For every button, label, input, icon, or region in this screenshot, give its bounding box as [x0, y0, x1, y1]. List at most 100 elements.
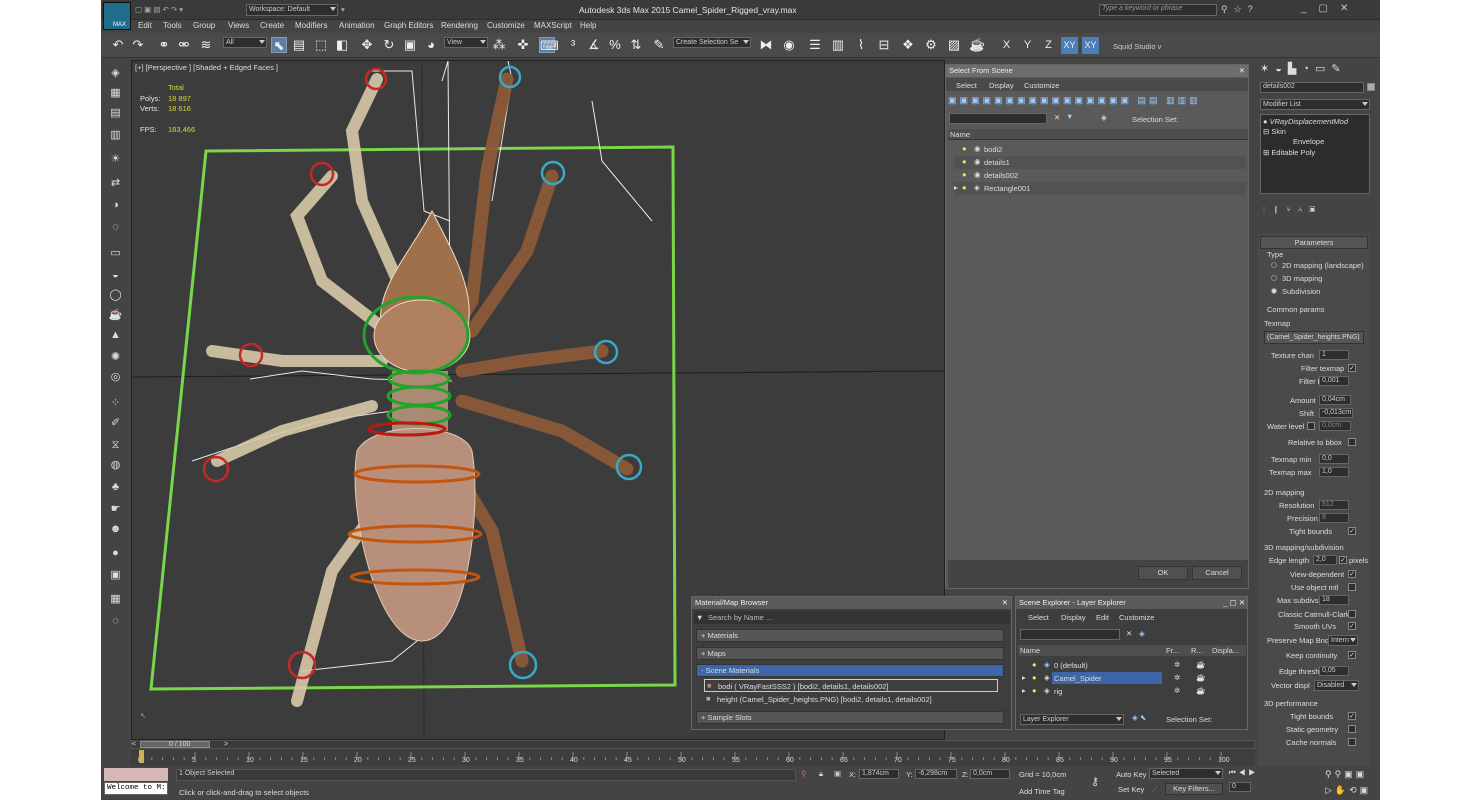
- current-frame-marker[interactable]: [139, 750, 144, 763]
- tool-icon-21[interactable]: ☻: [108, 522, 123, 537]
- catmull-clark-checkbox[interactable]: [1348, 610, 1356, 618]
- cache-normals-checkbox[interactable]: [1348, 738, 1356, 746]
- tool-icon-2[interactable]: ▦: [108, 86, 123, 101]
- redo-icon[interactable]: ↷: [130, 37, 146, 53]
- viewport-label[interactable]: [+] [Perspective ] [Shaded + Edged Faces…: [135, 63, 278, 72]
- sfs-clear-icon[interactable]: ✕: [1054, 113, 1060, 122]
- curve-editor-icon[interactable]: ⌇: [853, 37, 869, 53]
- menu-maxscript[interactable]: MAXScript: [534, 21, 572, 30]
- vector-displ-dropdown[interactable]: Disabled: [1314, 680, 1359, 691]
- tight-bounds-2d-checkbox[interactable]: ✓: [1348, 527, 1356, 535]
- cone-icon[interactable]: ▲: [108, 328, 123, 343]
- cylinder-icon[interactable]: ◯: [108, 288, 123, 303]
- se-column-header[interactable]: Name Fr... R... Displa...: [1018, 645, 1246, 656]
- set-key-button[interactable]: Set Key: [1118, 785, 1144, 794]
- lightbulb-icon[interactable]: ●: [1032, 686, 1037, 695]
- freeze-icon[interactable]: ✲: [1174, 686, 1180, 695]
- se-menu-edit[interactable]: Edit: [1096, 613, 1109, 622]
- texmap-max-spinner[interactable]: 1,0: [1319, 467, 1349, 477]
- workspace-dropdown[interactable]: Workspace: Default: [246, 4, 338, 16]
- radio-3d-mapping[interactable]: [1271, 275, 1277, 281]
- parameters-header[interactable]: Parameters: [1260, 236, 1368, 249]
- sphere-icon[interactable]: ◒: [108, 268, 123, 283]
- menu-tools[interactable]: Tools: [163, 21, 182, 30]
- tool-icon-20[interactable]: ☛: [108, 502, 123, 517]
- sfs-filter-toolbar-icons[interactable]: ▣▣▣▣▣▣▣▣▣▣▣▣▣▣▣▣ ▤▤ ▥▥▥: [948, 95, 1248, 109]
- link-icon[interactable]: ⚭: [156, 37, 172, 53]
- angle-snap-icon[interactable]: ∡: [586, 37, 602, 53]
- static-geometry-checkbox[interactable]: [1348, 725, 1356, 733]
- time-slider[interactable]: < 0 / 100 >: [131, 740, 1255, 749]
- menu-customize[interactable]: Customize: [487, 21, 525, 30]
- sfs-find-field[interactable]: [949, 113, 1047, 124]
- texmap-min-spinner[interactable]: 0,0: [1319, 454, 1349, 464]
- cancel-button[interactable]: Cancel: [1192, 566, 1242, 580]
- render-icon[interactable]: ☕: [1196, 673, 1205, 682]
- sun-icon[interactable]: ✺: [108, 350, 123, 365]
- ok-button[interactable]: OK: [1138, 566, 1188, 580]
- expand-icon[interactable]: ▸: [954, 183, 958, 192]
- lightbulb-icon[interactable]: ●: [962, 157, 967, 166]
- window-controls[interactable]: _▢✕: [1301, 3, 1360, 14]
- resolution-spinner[interactable]: 512: [1319, 500, 1349, 510]
- lightbulb-icon[interactable]: ●: [962, 170, 967, 179]
- tool-icon-6[interactable]: ⇄: [108, 176, 123, 191]
- filter-blur-spinner[interactable]: 0,001: [1319, 376, 1349, 386]
- schematic-view-icon[interactable]: ⊟: [876, 37, 892, 53]
- view-dependent-checkbox[interactable]: ✓: [1348, 570, 1356, 578]
- sfs-menu-customize[interactable]: Customize: [1024, 81, 1059, 90]
- align-icon[interactable]: ◉: [781, 37, 797, 53]
- snap-toggle-icon[interactable]: ³: [565, 37, 581, 53]
- close-icon[interactable]: ✕: [1002, 597, 1008, 609]
- layer-row-rig[interactable]: ▸ ● ◈ rig ✲ ☕: [1018, 685, 1246, 698]
- app-logo-icon[interactable]: MAX: [103, 2, 131, 30]
- menu-rendering[interactable]: Rendering: [441, 21, 478, 30]
- axis-z-button[interactable]: Z: [1040, 37, 1057, 54]
- search-input[interactable]: Type a keyword or phrase: [1099, 4, 1217, 16]
- lightbulb-icon[interactable]: ●: [1263, 117, 1270, 126]
- window-controls-icon[interactable]: _ ▢ ✕: [1223, 597, 1245, 609]
- box-icon[interactable]: ▭: [108, 246, 123, 261]
- sfs-row-details002[interactable]: ● ◉ details002: [954, 169, 1246, 182]
- menu-views[interactable]: Views: [228, 21, 249, 30]
- rect-selection-icon[interactable]: ⬚: [313, 37, 329, 53]
- time-slider-prev[interactable]: <: [132, 741, 136, 748]
- radio-2d-mapping[interactable]: [1271, 262, 1277, 268]
- unlink-icon[interactable]: ⚮: [176, 37, 192, 53]
- freeze-icon[interactable]: ✲: [1174, 660, 1180, 669]
- key-filters-button[interactable]: Key Filters...: [1165, 783, 1223, 795]
- tool-icon-4[interactable]: ▥: [108, 128, 123, 143]
- menu-group[interactable]: Group: [193, 21, 215, 30]
- layer-explorer-icon[interactable]: ▥: [830, 37, 846, 53]
- set-key-filter-icon[interactable]: ⟋: [1152, 785, 1157, 795]
- se-menu-customize[interactable]: Customize: [1119, 613, 1154, 622]
- select-object-icon[interactable]: ⬉: [271, 37, 287, 53]
- use-object-mtl-checkbox[interactable]: [1348, 583, 1356, 591]
- se-menu-select[interactable]: Select: [1028, 613, 1049, 622]
- max-subdivs-spinner[interactable]: 18: [1319, 595, 1349, 605]
- tool-icon-7[interactable]: ◑: [108, 198, 123, 213]
- edge-thresh-spinner[interactable]: 0,05: [1319, 666, 1349, 676]
- workspace-more-icon[interactable]: ▾: [341, 5, 345, 14]
- relative-bbox-checkbox[interactable]: [1348, 438, 1356, 446]
- filter-texmap-checkbox[interactable]: ✓: [1348, 364, 1356, 372]
- render-production-icon[interactable]: ☕: [969, 37, 985, 53]
- sfs-row-details1[interactable]: ● ◉ details1: [954, 156, 1246, 169]
- helper-icon[interactable]: ⧖: [108, 438, 123, 453]
- stack-item-editable-poly[interactable]: ⊞ Editable Poly: [1263, 148, 1315, 157]
- se-clear-icon[interactable]: ✕: [1126, 629, 1132, 638]
- quick-access-icons[interactable]: ▢ ▣ ▤ ↶ ↷ ▾: [135, 5, 183, 14]
- move-icon[interactable]: ✥: [359, 37, 375, 53]
- amount-spinner[interactable]: 0,04cm: [1319, 395, 1351, 405]
- sfs-column-header[interactable]: Name: [948, 129, 1248, 140]
- layer-tool-icon[interactable]: ◈ ⬉: [1132, 713, 1146, 722]
- water-level-spinner[interactable]: 0,0cm: [1319, 421, 1351, 431]
- tool-icon-22[interactable]: ●: [108, 546, 123, 561]
- zoom-controls-icon[interactable]: ⚲⚲▣▣: [1325, 769, 1367, 780]
- key-selection-dropdown[interactable]: Selected: [1149, 768, 1223, 779]
- teapot-icon[interactable]: ☕: [108, 308, 123, 323]
- axis-x-button[interactable]: X: [998, 37, 1015, 54]
- sfs-filter-icon[interactable]: ▼: [1066, 112, 1073, 121]
- globe-icon[interactable]: ◍: [108, 458, 123, 473]
- radio-subdivision[interactable]: [1271, 288, 1277, 294]
